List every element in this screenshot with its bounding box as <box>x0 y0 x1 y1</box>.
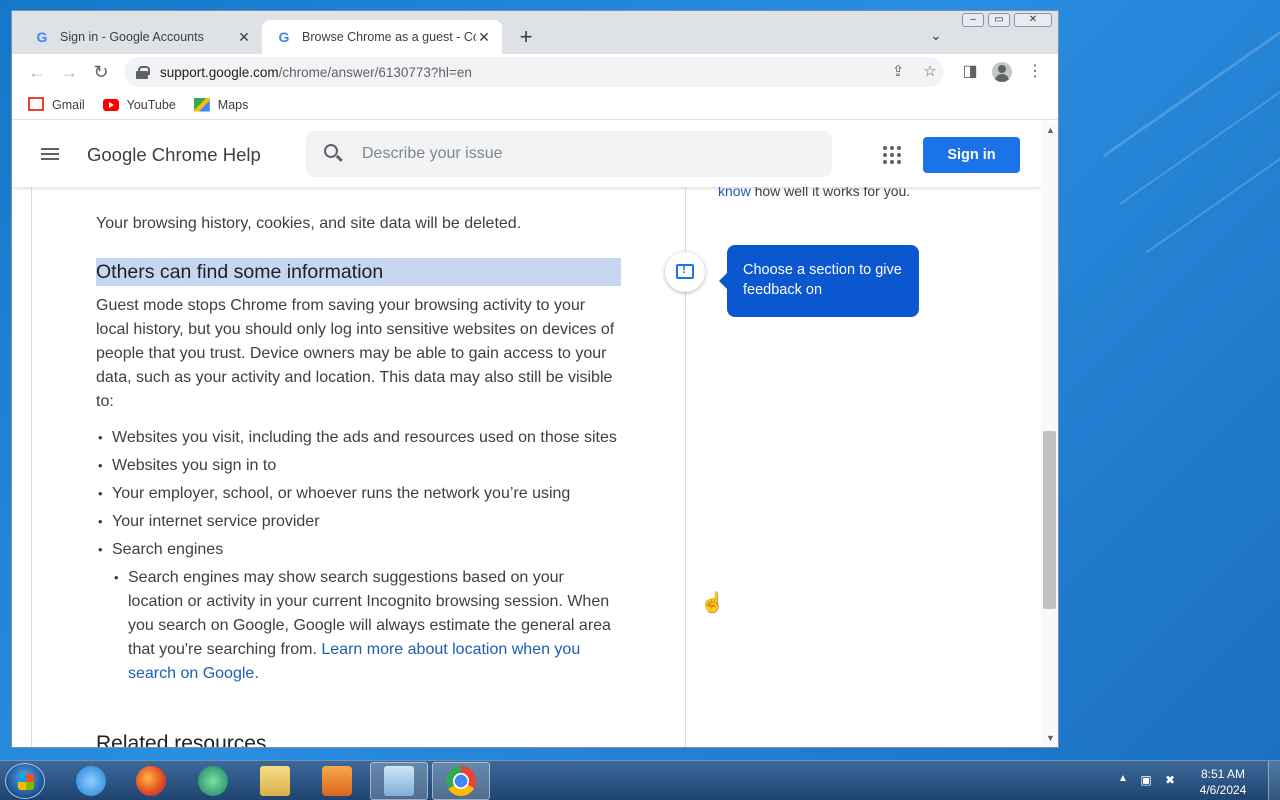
app-icon <box>198 766 228 796</box>
chrome-icon <box>446 766 476 796</box>
tab-browse-guest[interactable]: G Browse Chrome as a guest - Com ✕ <box>262 20 502 54</box>
article: Your browsing history, cookies, and site… <box>31 187 686 748</box>
network-icon[interactable]: ▣ <box>1138 773 1154 787</box>
google-g-icon: G <box>278 29 290 45</box>
bookmark-label: YouTube <box>126 97 176 112</box>
bookmark-gmail[interactable]: Gmail <box>28 96 85 112</box>
new-tab-icon[interactable]: + <box>514 25 538 49</box>
hand-cursor-icon: ☝ <box>700 592 725 614</box>
media-player-icon <box>322 766 352 796</box>
taskbar-chrome[interactable] <box>432 762 490 800</box>
clock-time: 8:51 AM <box>1200 767 1246 781</box>
close-tab-icon[interactable]: ✕ <box>236 29 252 46</box>
taskbar-explorer[interactable] <box>246 762 304 800</box>
tab-strip: G Sign in - Google Accounts ✕ G Browse C… <box>12 11 1058 54</box>
tab-sign-in[interactable]: G Sign in - Google Accounts ✕ <box>12 20 262 54</box>
tab-title: Browse Chrome as a guest - Com <box>302 30 476 44</box>
section-body: Guest mode stops Chrome from saving your… <box>96 297 615 410</box>
taskbar-media[interactable] <box>308 762 366 800</box>
scroll-down-icon[interactable]: ▼ <box>1046 733 1055 743</box>
bookmark-label: Gmail <box>52 97 85 112</box>
help-center-title[interactable]: Google Chrome Help <box>87 144 261 166</box>
firefox-icon <box>136 766 166 796</box>
list-item: Websites you visit, including the ads an… <box>96 426 621 450</box>
tab-search-chevron-icon[interactable]: ⌄ <box>930 27 942 44</box>
url-path: /chrome/answer/6130773?hl=en <box>278 64 472 80</box>
feedback-side-panel: know how well it works for you. Choose a… <box>665 183 1031 747</box>
taskbar-firefox[interactable] <box>122 762 180 800</box>
back-arrow-icon[interactable]: ← <box>26 61 48 83</box>
taskbar: ▲ ▣ ✖ 8:51 AM 4/6/2024 <box>0 760 1280 800</box>
related-resources-heading: Related resources <box>96 732 267 748</box>
window-app-icon <box>384 766 414 796</box>
taskbar-app-window[interactable] <box>370 762 428 800</box>
system-tray: ▲ ▣ ✖ 8:51 AM 4/6/2024 <box>1110 761 1280 800</box>
list-item: Your employer, school, or whoever runs t… <box>96 482 621 506</box>
more-menu-icon[interactable]: ⋮ <box>1024 61 1046 83</box>
taskbar-ie[interactable] <box>62 762 120 800</box>
maximize-icon[interactable]: ▭ <box>988 13 1010 27</box>
intro-paragraph: Your browsing history, cookies, and site… <box>96 215 522 232</box>
side-panel-icon[interactable]: ◨ <box>959 61 981 83</box>
search-input[interactable] <box>362 131 812 177</box>
youtube-icon <box>102 98 119 111</box>
bookmarks-bar: Gmail YouTube Maps <box>12 90 1058 120</box>
page-content: Google Chrome Help Sign in Your browsing… <box>12 121 1041 748</box>
sub-list-item: Search engines may show search suggestio… <box>112 566 621 686</box>
browser-toolbar: ← → ↻ support.google.com/chrome/answer/6… <box>12 54 1058 90</box>
close-tab-icon[interactable]: ✕ <box>476 29 492 46</box>
bookmark-maps[interactable]: Maps <box>193 97 249 112</box>
minimize-icon[interactable]: – <box>962 13 984 27</box>
section-heading[interactable]: Others can find some information <box>96 258 621 286</box>
show-hidden-icons-icon[interactable]: ▲ <box>1118 773 1128 784</box>
desktop-streak <box>1102 5 1280 158</box>
browser-window: G Sign in - Google Accounts ✕ G Browse C… <box>11 10 1059 748</box>
show-desktop-button[interactable] <box>1268 761 1280 800</box>
star-bookmark-icon[interactable]: ☆ <box>918 57 942 87</box>
bookmark-youtube[interactable]: YouTube <box>102 97 176 112</box>
feedback-icon <box>676 262 694 279</box>
scroll-up-icon[interactable]: ▲ <box>1046 125 1055 135</box>
list-item: Websites you sign in to <box>96 454 621 478</box>
volume-muted-icon[interactable]: ✖ <box>1162 773 1178 787</box>
share-icon[interactable]: ⇪ <box>886 57 910 87</box>
lock-icon <box>136 66 150 79</box>
google-apps-icon[interactable] <box>883 146 901 164</box>
help-header: Google Chrome Help Sign in <box>12 121 1041 187</box>
desktop-streak <box>1119 77 1280 205</box>
google-g-icon: G <box>36 29 48 45</box>
sub-list: Search engines may show search suggestio… <box>112 566 621 686</box>
sub-item-end: . <box>254 665 259 682</box>
list-item-search-engines: Search engines Search engines may show s… <box>96 538 621 686</box>
section-feedback-button[interactable] <box>665 252 705 292</box>
gmail-icon <box>28 96 44 111</box>
taskbar-app-green[interactable] <box>184 762 242 800</box>
feedback-tooltip: Choose a section to give feedback on <box>719 245 919 317</box>
help-search-box <box>306 131 832 177</box>
profile-avatar-icon[interactable] <box>992 62 1012 82</box>
clock[interactable]: 8:51 AM 4/6/2024 <box>1188 766 1258 798</box>
start-button[interactable] <box>5 763 45 799</box>
bookmark-label: Maps <box>217 97 249 112</box>
internet-explorer-icon <box>76 766 106 796</box>
hamburger-menu-icon[interactable] <box>41 148 59 160</box>
search-icon[interactable] <box>324 144 338 158</box>
scrollbar-thumb[interactable] <box>1043 431 1056 609</box>
list-item: Your internet service provider <box>96 510 621 534</box>
tab-title: Sign in - Google Accounts <box>60 30 204 44</box>
clock-date: 4/6/2024 <box>1199 783 1247 797</box>
list-item-label: Search engines <box>112 541 224 558</box>
reload-icon[interactable]: ↻ <box>90 61 112 83</box>
vertical-scrollbar[interactable]: ▲ ▼ <box>1041 121 1058 747</box>
sign-in-button[interactable]: Sign in <box>923 137 1020 173</box>
maps-icon <box>193 97 210 112</box>
close-window-icon[interactable]: ✕ <box>1014 13 1052 27</box>
desktop-streak <box>1145 148 1280 254</box>
folder-icon <box>260 766 290 796</box>
address-bar[interactable]: support.google.com/chrome/answer/6130773… <box>124 57 944 87</box>
visibility-list: Websites you visit, including the ads an… <box>96 426 621 690</box>
url-host: support.google.com <box>160 64 279 80</box>
forward-arrow-icon[interactable]: → <box>58 61 80 83</box>
window-controls: – ▭ ✕ <box>962 13 1052 29</box>
